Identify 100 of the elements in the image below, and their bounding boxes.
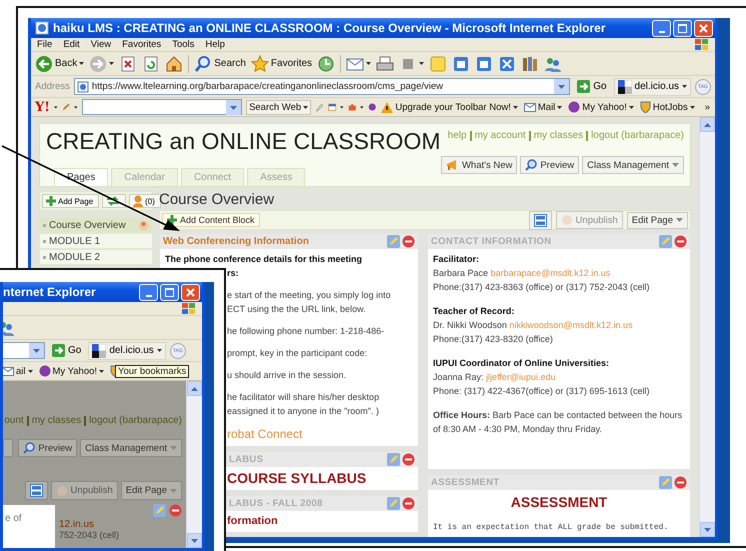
sidebar-item[interactable]: Course Overview bbox=[39, 217, 153, 233]
caret-icon bbox=[366, 62, 372, 65]
pencil-icon bbox=[387, 235, 400, 248]
page-x-button[interactable] bbox=[119, 54, 138, 72]
scroll-up-button[interactable] bbox=[700, 117, 715, 132]
scroll-up-button[interactable] bbox=[187, 381, 202, 396]
tooltip: Your bookmarks bbox=[115, 365, 190, 378]
block-title: Web Conferencing Information bbox=[163, 236, 310, 247]
caret-icon bbox=[676, 218, 683, 222]
dropdown-button[interactable]: Edit Page bbox=[626, 212, 688, 228]
sidebar-item[interactable]: MODULE 2 bbox=[39, 249, 153, 265]
close-button[interactable] bbox=[181, 284, 200, 300]
layout-icon bbox=[30, 484, 43, 497]
search-icon bbox=[194, 54, 212, 72]
arrows-icon bbox=[106, 196, 120, 206]
maximize-icon bbox=[678, 24, 687, 32]
tab[interactable]: Pages bbox=[54, 168, 108, 186]
menu-item[interactable]: Favorites bbox=[122, 39, 162, 50]
caret-icon bbox=[54, 106, 58, 108]
window-title: nternet Explorer bbox=[3, 285, 97, 299]
scroll-down-button[interactable] bbox=[700, 522, 715, 537]
add-block-button[interactable]: Add Content Block bbox=[162, 213, 260, 227]
printer-button[interactable] bbox=[376, 54, 394, 72]
megaphone-icon bbox=[446, 159, 459, 171]
crossed-square-button[interactable] bbox=[498, 54, 516, 72]
refresh-icon bbox=[142, 54, 160, 72]
scrollbar[interactable] bbox=[699, 117, 715, 537]
address-field[interactable]: https://www.ltelearning.org/barbarapace/creatinganonlineclassroom/cms_page/view bbox=[74, 78, 570, 95]
toolbar-button[interactable]: My Yahoo! bbox=[567, 101, 635, 113]
address-field[interactable] bbox=[3, 342, 45, 359]
go-button[interactable]: Go bbox=[574, 80, 610, 93]
sidebar-item[interactable]: MODULE 1 bbox=[39, 233, 153, 249]
toolbar-button[interactable]: Mail bbox=[522, 102, 564, 112]
bookmarks-button[interactable]: del.icio.us bbox=[614, 78, 691, 96]
menu-item[interactable]: File bbox=[37, 39, 52, 50]
body-text: Dr. Nikki Woodson bbox=[433, 320, 507, 330]
menu-item[interactable]: Tools bbox=[172, 39, 194, 50]
dropdown-button[interactable] bbox=[554, 79, 570, 94]
house-icon bbox=[165, 54, 184, 72]
window-icon bbox=[475, 54, 494, 72]
caret-icon bbox=[230, 106, 238, 110]
back-button[interactable]: Back bbox=[35, 54, 84, 72]
clock-button[interactable] bbox=[317, 54, 336, 72]
yahoo-logo[interactable]: Y! bbox=[35, 100, 50, 114]
minimize-button[interactable] bbox=[139, 284, 158, 300]
toolbar-button[interactable]: (0) bbox=[129, 194, 161, 208]
body-text: It is an expectation that ALL grade be submitted. bbox=[433, 522, 670, 534]
body-text: 752-2043 (cell) bbox=[59, 530, 120, 541]
caret-icon bbox=[682, 85, 687, 88]
close-icon bbox=[699, 24, 708, 32]
more-button[interactable]: » bbox=[704, 102, 711, 112]
go-button[interactable]: Go bbox=[49, 344, 84, 357]
search-button[interactable]: Search bbox=[194, 54, 246, 72]
search-field[interactable] bbox=[82, 99, 242, 115]
books-icon bbox=[521, 54, 540, 72]
bookmarks-button[interactable]: del.icio.us bbox=[88, 342, 166, 360]
caret-icon bbox=[628, 106, 634, 108]
close-button[interactable] bbox=[694, 20, 713, 36]
refresh-button[interactable] bbox=[142, 54, 160, 72]
scrollbar[interactable] bbox=[186, 381, 202, 548]
menu-item[interactable]: Edit bbox=[63, 39, 80, 50]
maximize-button[interactable] bbox=[160, 284, 179, 300]
search-web-button[interactable]: Search Web bbox=[246, 100, 312, 114]
magnifier-icon bbox=[23, 442, 36, 454]
body-text: Phone: (317) 422-4367(office) or (317) 695-1613 (cell) bbox=[433, 385, 650, 398]
toolbar-button[interactable]: Preview bbox=[18, 439, 78, 457]
toolbar-button[interactable]: What's New bbox=[440, 156, 518, 174]
heading-text: COURSE SYLLABUS bbox=[227, 470, 368, 486]
dropdown-button[interactable] bbox=[226, 100, 242, 115]
go-arrow-icon bbox=[577, 80, 590, 93]
layout-button[interactable] bbox=[24, 481, 48, 500]
toolbar-button[interactable]: HotJobs bbox=[638, 101, 696, 113]
scroll-down-button[interactable] bbox=[187, 533, 202, 548]
toolbar-button[interactable]: Preview bbox=[520, 156, 580, 174]
menu-item[interactable]: Help bbox=[205, 39, 225, 50]
window-button[interactable] bbox=[452, 54, 470, 72]
label-text: IUPUI Coordinator of Online Universities: bbox=[433, 357, 610, 370]
minimize-icon bbox=[146, 294, 152, 296]
plus-icon bbox=[167, 215, 177, 225]
menu-item[interactable]: View bbox=[90, 39, 112, 50]
windows-logo-icon bbox=[695, 38, 709, 50]
dropdown-button[interactable]: Edit Page bbox=[120, 481, 182, 500]
dropdown-button[interactable]: Class Management bbox=[582, 156, 684, 174]
window-button[interactable] bbox=[475, 54, 494, 72]
favorites-button[interactable]: Favorites bbox=[250, 54, 312, 72]
caret-icon bbox=[340, 106, 344, 108]
envelope-icon bbox=[3, 366, 14, 376]
toolbar-button[interactable]: ail bbox=[3, 366, 34, 376]
upgrade-button[interactable]: Upgrade your Toolbar Now! bbox=[380, 102, 519, 112]
minimize-button[interactable] bbox=[652, 20, 671, 36]
shield-icon bbox=[640, 101, 651, 113]
books-button[interactable] bbox=[521, 54, 540, 72]
layout-button[interactable] bbox=[528, 210, 552, 230]
maximize-button[interactable] bbox=[673, 20, 692, 36]
dropdown-button[interactable]: Class Management bbox=[80, 439, 182, 457]
dropdown-button[interactable] bbox=[29, 343, 44, 358]
toolbar-button[interactable]: My Yahoo! bbox=[38, 365, 106, 377]
pencil-icon bbox=[659, 235, 672, 248]
toolbar-button[interactable]: Add Page bbox=[42, 194, 100, 208]
house-button[interactable] bbox=[165, 54, 184, 72]
